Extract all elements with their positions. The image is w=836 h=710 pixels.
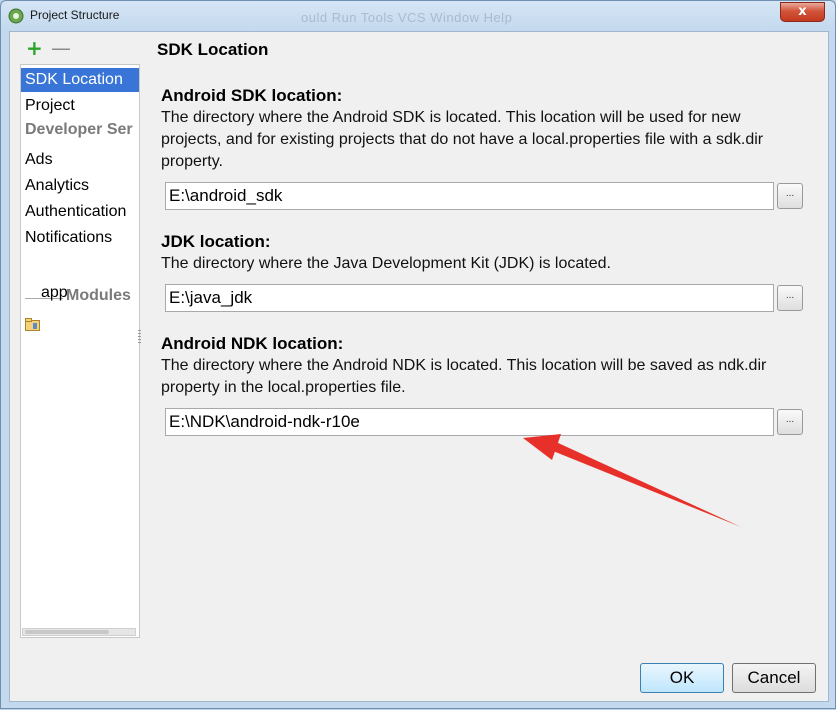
title-bar[interactable]: Project Structure ould Run Tools VCS Win… bbox=[1, 1, 835, 31]
sidebar-item-ads[interactable]: Ads bbox=[21, 148, 53, 172]
sidebar-header-modules: Modules bbox=[66, 287, 131, 304]
android-ndk-description: The directory where the Android NDK is l… bbox=[161, 357, 767, 396]
sidebar-item-authentication[interactable]: Authentication bbox=[21, 200, 126, 224]
ok-button[interactable]: OK bbox=[640, 663, 724, 693]
android-ndk-browse-button[interactable]: ... bbox=[777, 409, 803, 435]
sidebar-item-analytics[interactable]: Analytics bbox=[21, 174, 89, 198]
sidebar-item-app[interactable]: app bbox=[39, 281, 68, 305]
sidebar-item-sdk-location[interactable]: SDK Location bbox=[21, 68, 139, 92]
sidebar-horizontal-scrollbar[interactable] bbox=[22, 628, 136, 636]
remove-icon[interactable]: — bbox=[51, 38, 71, 58]
sidebar-item-notifications[interactable]: Notifications bbox=[21, 226, 112, 250]
cancel-button[interactable]: Cancel bbox=[732, 663, 816, 693]
jdk-description: The directory where the Java Development… bbox=[161, 255, 611, 272]
sidebar-list: SDK Location Project Developer Ser Ads A… bbox=[20, 64, 140, 638]
android-ndk-label: Android NDK location: bbox=[161, 334, 344, 353]
window-title: Project Structure bbox=[30, 8, 120, 22]
add-icon[interactable]: + bbox=[26, 38, 43, 58]
android-sdk-description: The directory where the Android SDK is l… bbox=[161, 109, 764, 170]
sidebar-item-project[interactable]: Project bbox=[21, 94, 75, 118]
android-ndk-path-input[interactable]: E:\NDK\android-ndk-r10e bbox=[165, 408, 774, 436]
dialog-client-area: + — SDK Location Project Developer Ser A… bbox=[9, 31, 829, 702]
android-sdk-browse-button[interactable]: ... bbox=[777, 183, 803, 209]
android-studio-icon bbox=[8, 8, 24, 24]
background-menu-ghost-text: ould Run Tools VCS Window Help bbox=[301, 10, 513, 25]
page-title: SDK Location bbox=[157, 40, 269, 59]
sidebar-header-developer-services: Developer Ser bbox=[25, 121, 133, 138]
module-folder-icon bbox=[25, 318, 40, 331]
jdk-browse-button[interactable]: ... bbox=[777, 285, 803, 311]
jdk-label: JDK location: bbox=[161, 232, 271, 251]
android-sdk-path-input[interactable]: E:\android_sdk bbox=[165, 182, 774, 210]
android-sdk-label: Android SDK location: bbox=[161, 86, 343, 105]
jdk-path-input[interactable]: E:\java_jdk bbox=[165, 284, 774, 312]
project-structure-window: Project Structure ould Run Tools VCS Win… bbox=[0, 0, 836, 709]
splitter-handle[interactable] bbox=[138, 330, 141, 344]
close-button[interactable]: x bbox=[780, 2, 825, 22]
scrollbar-thumb[interactable] bbox=[25, 630, 109, 634]
